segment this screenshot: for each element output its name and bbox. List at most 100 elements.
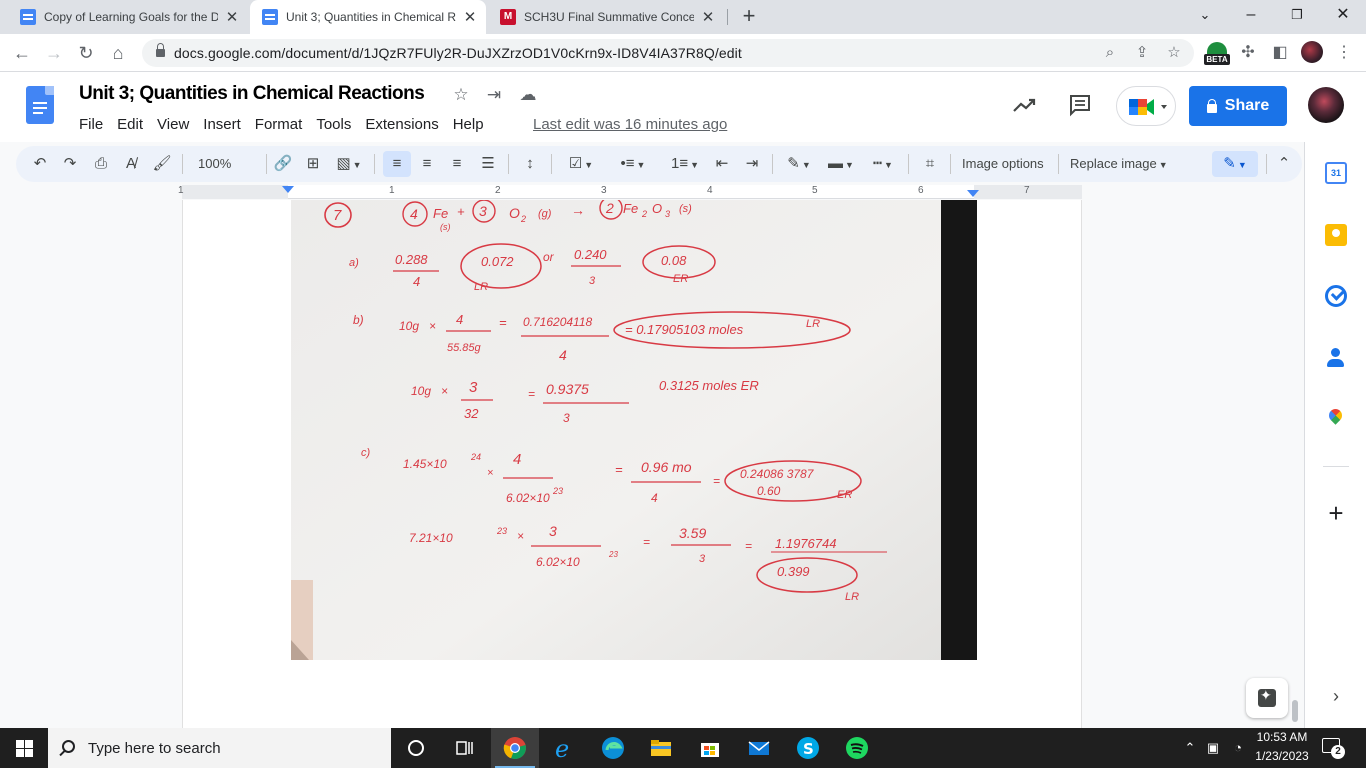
clock-date[interactable]: 1/23/2023 [1252, 749, 1312, 763]
checklist-icon[interactable]: ☑ ▼ [559, 151, 603, 177]
align-justify-icon[interactable]: ☰ [476, 151, 500, 177]
clock-time[interactable]: 10:53 AM [1254, 730, 1310, 744]
show-side-panel-chevron-icon[interactable]: › [1325, 685, 1347, 707]
close-tab-icon[interactable]: ✕ [700, 8, 716, 26]
border-weight-icon[interactable]: ▬ ▼ [822, 151, 860, 177]
spellcheck-icon[interactable]: A̸ [119, 151, 143, 177]
more-menu-icon[interactable]: ⋮ [1332, 41, 1356, 65]
menu-view[interactable]: View [150, 114, 196, 135]
hide-menus-chevron-icon[interactable]: ⌃ [1272, 151, 1296, 177]
line-spacing-icon[interactable]: ↕ [518, 151, 542, 177]
keep-icon[interactable] [1325, 224, 1347, 246]
close-tab-icon[interactable]: ✕ [462, 8, 478, 26]
zoom-select[interactable]: 100% ▼ [198, 151, 256, 196]
reload-icon[interactable]: ↻ [74, 41, 98, 65]
calendar-icon[interactable]: 31 [1325, 162, 1347, 184]
google-docs-logo-icon[interactable] [26, 86, 54, 124]
decrease-indent-icon[interactable]: ⇤ [710, 151, 734, 177]
numbered-list-icon[interactable]: 1≡ ▼ [663, 151, 707, 177]
align-right-icon[interactable]: ≡ [445, 151, 469, 177]
maps-icon[interactable] [1325, 408, 1347, 430]
internet-explorer-taskbar-button[interactable]: e [540, 728, 588, 768]
comment-history-icon[interactable] [1068, 93, 1092, 117]
menu-insert[interactable]: Insert [196, 114, 248, 135]
border-dash-icon[interactable]: ┅ ▼ [864, 151, 902, 177]
document-canvas[interactable]: 7 4 Fe (s) + 3 O 2 (g) → 2 Fe 2 O 3 (s) [0, 200, 1304, 728]
menu-help[interactable]: Help [446, 114, 491, 135]
task-view-button[interactable] [440, 728, 488, 768]
browser-tab-unit-3[interactable]: Unit 3; Quantities in Chemical Re ✕ [250, 0, 486, 34]
vertical-scrollbar[interactable] [1292, 700, 1298, 722]
chrome-taskbar-button[interactable] [491, 728, 539, 768]
menu-edit[interactable]: Edit [110, 114, 150, 135]
network-status-icon[interactable]: ▣ [1205, 740, 1221, 756]
side-panel-icon[interactable]: ◧ [1268, 41, 1292, 65]
replace-image-button[interactable]: Replace image ▼ [1070, 151, 1168, 177]
horizontal-ruler[interactable]: 1 1 2 3 4 5 6 7 [178, 185, 1082, 199]
right-indent-marker[interactable] [967, 190, 979, 197]
taskbar-search-box[interactable]: Type here to search [48, 728, 391, 768]
tab-search-chevron-icon[interactable]: ⌄ [1182, 0, 1228, 30]
activity-dashboard-icon[interactable] [1012, 95, 1038, 115]
undo-icon[interactable]: ↶ [28, 151, 52, 177]
add-comment-icon[interactable]: ⊞ [301, 151, 325, 177]
editing-mode-button[interactable]: ✎ ▼ [1212, 151, 1258, 177]
account-avatar[interactable] [1308, 87, 1344, 123]
document-title[interactable]: Unit 3; Quantities in Chemical Reactions [79, 83, 425, 105]
contacts-icon[interactable] [1325, 347, 1347, 369]
restore-button[interactable]: ❐ [1274, 0, 1320, 30]
increase-indent-icon[interactable]: ⇥ [740, 151, 764, 177]
worksheet-photo[interactable]: 7 4 Fe (s) + 3 O 2 (g) → 2 Fe 2 O 3 (s) [291, 200, 977, 660]
spotify-taskbar-button[interactable] [833, 728, 881, 768]
url-text[interactable]: docs.google.com/document/d/1JQzR7FUly2R-… [174, 45, 742, 61]
insert-link-icon[interactable]: 🔗 [271, 151, 295, 177]
menu-file[interactable]: File [72, 114, 110, 135]
close-window-button[interactable]: ✕ [1320, 0, 1366, 30]
tasks-icon[interactable] [1325, 285, 1347, 307]
profile-avatar[interactable] [1301, 41, 1323, 63]
border-color-icon[interactable]: ✎ ▼ [780, 151, 818, 177]
menu-format[interactable]: Format [248, 114, 310, 135]
align-center-icon[interactable]: ≡ [415, 151, 439, 177]
edge-taskbar-button[interactable] [589, 728, 637, 768]
star-icon[interactable]: ☆ [450, 84, 472, 106]
paint-format-icon[interactable]: 🖌 [150, 151, 174, 177]
address-bar[interactable]: docs.google.com/document/d/1JQzR7FUly2R-… [142, 39, 1194, 67]
crop-image-icon[interactable]: ⌗ [918, 151, 942, 177]
minimize-button[interactable]: – [1228, 0, 1274, 30]
move-folder-icon[interactable]: ⇥ [483, 84, 505, 106]
left-indent-marker[interactable] [282, 186, 294, 193]
show-hidden-icons-chevron-icon[interactable]: ⌃ [1182, 740, 1198, 756]
close-tab-icon[interactable]: ✕ [224, 8, 240, 26]
insert-image-icon[interactable]: ▧ ▼ [332, 151, 366, 177]
redo-icon[interactable]: ↷ [58, 151, 82, 177]
lock-icon[interactable] [156, 43, 165, 58]
cloud-saved-icon[interactable]: ☁ [517, 84, 539, 106]
browser-tab-sch3u[interactable]: M SCH3U Final Summative Concept ✕ [488, 0, 724, 34]
menu-tools[interactable]: Tools [309, 114, 358, 135]
bookmark-star-icon[interactable]: ☆ [1164, 43, 1184, 63]
wifi-icon[interactable]: ◔ [1230, 740, 1246, 756]
cortana-button[interactable] [392, 728, 440, 768]
meet-button[interactable] [1116, 86, 1176, 126]
print-icon[interactable]: ⎙ [89, 151, 113, 177]
browser-tab-learning-goals[interactable]: Copy of Learning Goals for the D ✕ [8, 0, 248, 34]
microsoft-store-taskbar-button[interactable] [686, 728, 734, 768]
menu-extensions[interactable]: Extensions [358, 114, 445, 135]
notification-center-button[interactable]: 2 [1322, 738, 1345, 759]
bulleted-list-icon[interactable]: •≡ ▼ [611, 151, 655, 177]
grammarly-beta-icon[interactable]: BETA [1204, 42, 1230, 66]
windows-start-button[interactable] [0, 728, 48, 768]
align-left-icon[interactable]: ≡ [383, 151, 411, 177]
skype-taskbar-button[interactable]: S [784, 728, 832, 768]
image-options-button[interactable]: Image options [962, 151, 1044, 177]
share-button[interactable]: Share [1189, 86, 1287, 126]
home-icon[interactable]: ⌂ [106, 41, 130, 65]
get-add-ons-icon[interactable]: + [1325, 500, 1347, 526]
extensions-puzzle-icon[interactable]: ✣ [1236, 41, 1260, 65]
zoom-icon[interactable]: ⌕ [1100, 43, 1120, 63]
share-page-icon[interactable]: ⇪ [1132, 43, 1152, 63]
last-edit-link[interactable]: Last edit was 16 minutes ago [533, 116, 727, 133]
new-tab-button[interactable]: + [737, 4, 761, 30]
mail-taskbar-button[interactable] [735, 728, 783, 768]
